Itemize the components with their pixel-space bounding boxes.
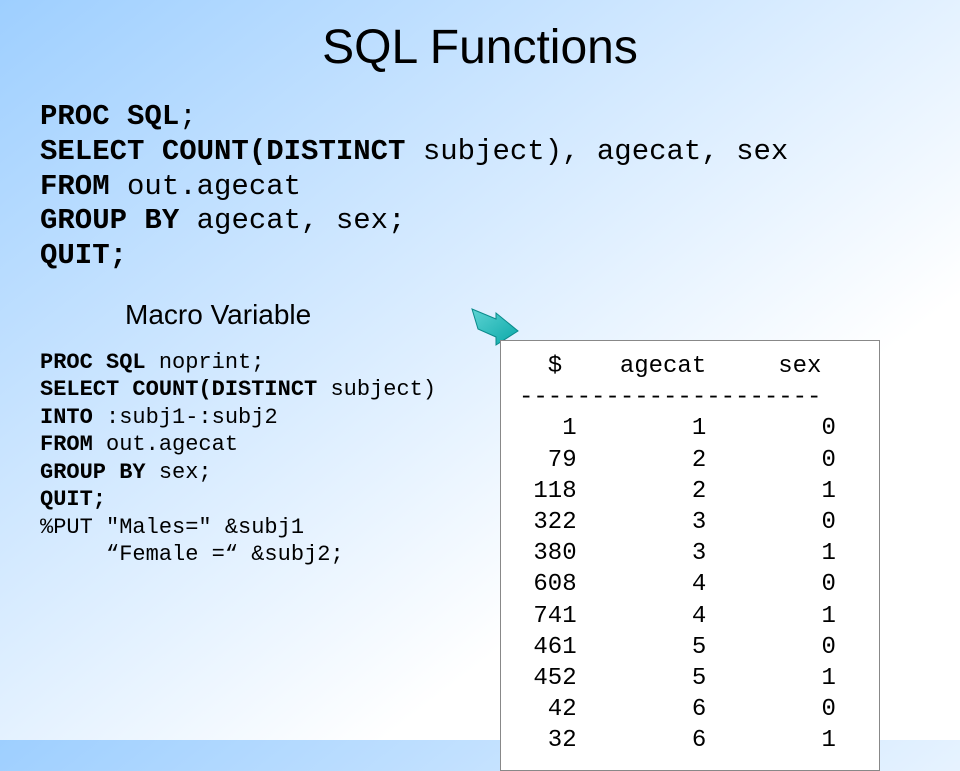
code-keyword: QUIT;: [40, 487, 106, 512]
output-row: 452 5 1: [519, 663, 861, 694]
code-text: %PUT "Males=" &subj1: [40, 515, 304, 540]
output-row: 1 1 0: [519, 413, 861, 444]
code-line: QUIT;: [40, 239, 960, 274]
output-row: 79 2 0: [519, 445, 861, 476]
code-line: FROM out.agecat: [40, 170, 960, 205]
output-header: $ agecat sex: [519, 351, 861, 382]
code-keyword: FROM: [40, 432, 106, 457]
code-keyword: GROUP BY: [40, 204, 197, 237]
code-keyword: PROC SQL: [40, 100, 179, 133]
code-text: out.agecat: [127, 170, 301, 203]
code-text: noprint;: [159, 350, 265, 375]
output-row: 322 3 0: [519, 507, 861, 538]
output-panel: $ agecat sex --------------------- 1 1 0…: [500, 340, 880, 771]
output-row: 461 5 0: [519, 632, 861, 663]
code-keyword: SELECT COUNT(DISTINCT: [40, 135, 423, 168]
subheading-macro-variable: Macro Variable: [125, 299, 960, 331]
code-block-1: PROC SQL; SELECT COUNT(DISTINCT subject)…: [40, 100, 960, 274]
code-keyword: QUIT;: [40, 239, 127, 272]
output-row: 32 6 1: [519, 725, 861, 756]
output-row: 380 3 1: [519, 538, 861, 569]
output-row: 42 6 0: [519, 694, 861, 725]
output-row: 608 4 0: [519, 569, 861, 600]
code-keyword: SELECT COUNT(DISTINCT: [40, 377, 330, 402]
code-text: out.agecat: [106, 432, 238, 457]
code-line: SELECT COUNT(DISTINCT subject), agecat, …: [40, 135, 960, 170]
code-text: agecat, sex;: [197, 204, 406, 237]
output-divider: ---------------------: [519, 382, 861, 413]
code-keyword: INTO: [40, 405, 106, 430]
code-text: sex;: [159, 460, 212, 485]
page-title: SQL Functions: [0, 20, 960, 75]
code-text: subject): [330, 377, 436, 402]
code-text: :subj1-:subj2: [106, 405, 278, 430]
code-keyword: GROUP BY: [40, 460, 159, 485]
code-text: “Female =“ &subj2;: [40, 542, 344, 567]
code-keyword: FROM: [40, 170, 127, 203]
code-text: subject), agecat, sex: [423, 135, 788, 168]
code-line: PROC SQL;: [40, 100, 960, 135]
code-line: GROUP BY agecat, sex;: [40, 204, 960, 239]
code-text: ;: [179, 100, 196, 133]
output-row: 118 2 1: [519, 476, 861, 507]
output-row: 741 4 1: [519, 601, 861, 632]
code-keyword: PROC SQL: [40, 350, 159, 375]
